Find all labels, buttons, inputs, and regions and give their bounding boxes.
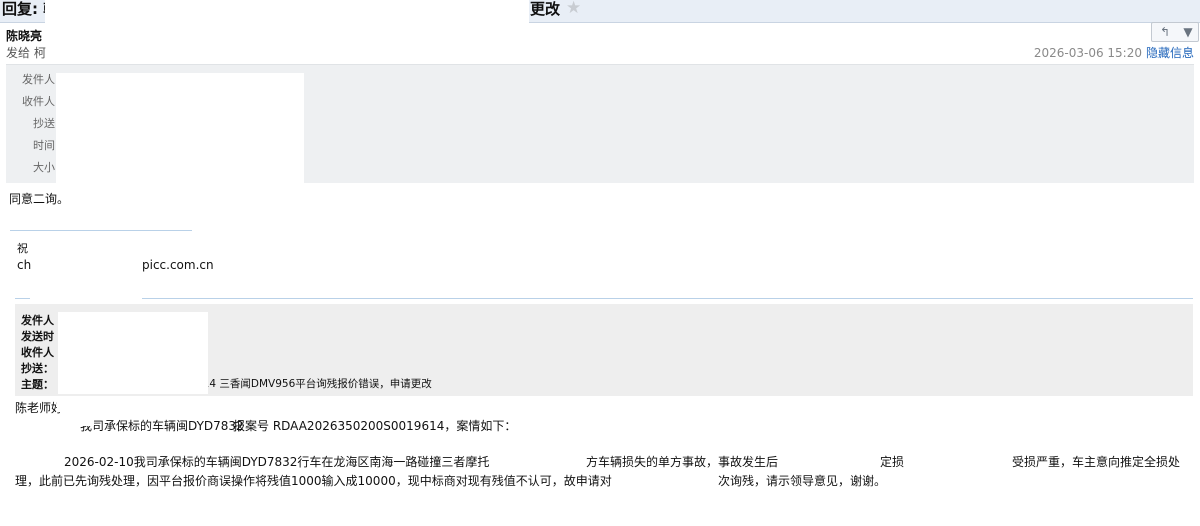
signature-greeting: 祝	[17, 242, 28, 255]
quoted-body-line2-c: 定损	[880, 455, 905, 469]
quoted-body-line1-right: 报案号 RDAA2026350200S0019614，案情如下：	[233, 419, 517, 433]
redaction-block	[805, 450, 879, 468]
star-icon[interactable]: ★	[566, 0, 581, 18]
quoted-body-line3-b: 次询残，请示领导意见，谢谢。	[718, 474, 887, 488]
redaction-block	[614, 469, 718, 487]
quoted-cc-label: 抄送：	[21, 362, 54, 375]
redaction-block	[58, 312, 208, 394]
message-meta: 2026-03-06 15:20 隐藏信息	[1034, 44, 1194, 61]
quoted-body-line3-a: 理，此前已先询残处理，因平台报价商误操作将残值1000输入成10000，现中标商…	[15, 474, 612, 488]
signature-email-prefix: ch	[17, 258, 32, 272]
quoted-subject-text: 514 三香闻DMV956平台询残报价错误，申请更改	[196, 378, 432, 390]
time-label: 时间	[33, 139, 55, 152]
quoted-from-label: 发件人	[21, 314, 54, 327]
reply-arrow-icon: ↰	[1159, 25, 1171, 39]
redaction-block	[64, 410, 94, 426]
quoted-greeting: 陈老师好	[15, 401, 64, 415]
quoted-sent-label: 发送时	[21, 330, 54, 343]
quoted-body-line2-b: 方车辆损失的单方事故，事故发生后	[586, 455, 779, 469]
more-actions-button[interactable]: ▼	[1178, 22, 1199, 42]
cc-label: 抄送	[33, 117, 55, 130]
sender-name: 陈晓亮	[6, 29, 43, 43]
quoted-body-line2-a: 2026-02-10我司承保标的车辆闽DYD7832行车在龙海区南海一路碰撞三者…	[64, 455, 490, 469]
redaction-block	[492, 450, 584, 468]
from-label: 发件人	[22, 73, 55, 86]
recipient-summary: 发给 柯	[6, 46, 46, 60]
signature-email-domain: picc.com.cn	[142, 258, 214, 272]
quoted-body-line1-left: 我司承保标的车辆闽DYD7832	[80, 419, 244, 433]
reply-button[interactable]: ↰	[1151, 22, 1179, 42]
quote-divider	[15, 298, 1193, 299]
chevron-down-icon: ▼	[1183, 25, 1193, 39]
size-label: 大小	[33, 161, 55, 174]
redaction-block	[45, 0, 529, 36]
hide-info-link[interactable]: 隐藏信息	[1146, 46, 1194, 60]
to-label: 收件人	[22, 95, 55, 108]
signature-divider	[10, 230, 192, 231]
redaction-block	[56, 73, 304, 183]
email-subject-title-suffix: 更改	[530, 0, 561, 18]
redaction-block	[910, 450, 1010, 468]
reply-body-text: 同意二询。	[9, 192, 70, 206]
redaction-block	[47, 40, 59, 60]
message-datetime: 2026-03-06 15:20	[1033, 46, 1142, 60]
redaction-block	[30, 292, 142, 304]
quoted-to-label: 收件人	[21, 346, 54, 359]
quoted-body-line2-d: 受损严重，车主意向推定全损处	[1012, 455, 1181, 469]
quoted-subject-label: 主题：	[21, 378, 54, 391]
